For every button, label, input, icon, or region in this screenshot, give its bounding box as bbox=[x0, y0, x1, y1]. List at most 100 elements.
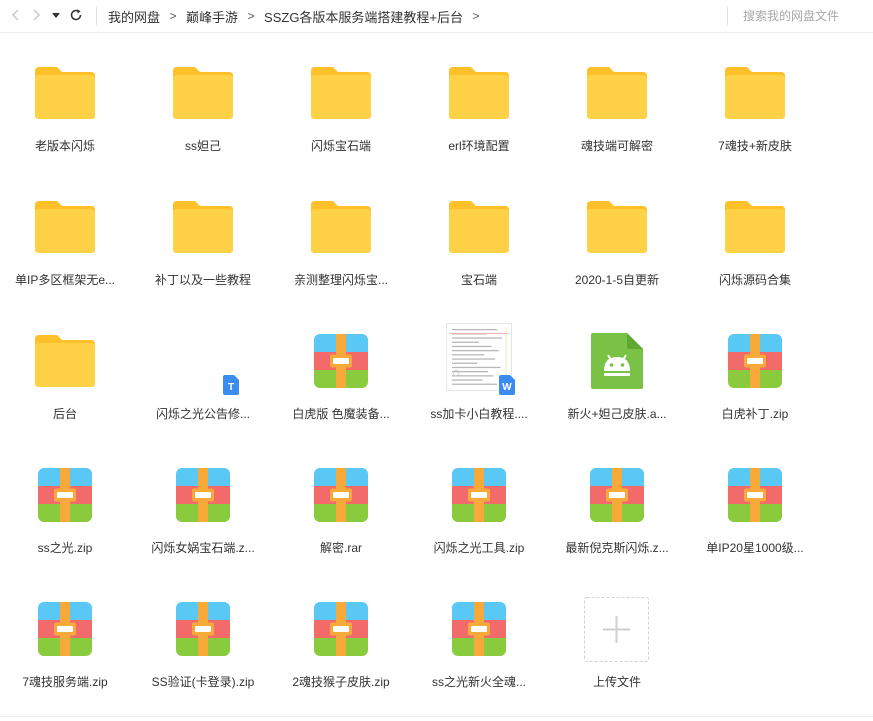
file-item[interactable]: 7魂技服务端.zip bbox=[0, 569, 130, 689]
file-name-label: 老版本闪烁 bbox=[34, 139, 95, 153]
file-name-label: ss之光新火全魂... bbox=[431, 675, 526, 689]
file-name-label: 闪烁宝石端 bbox=[310, 139, 371, 153]
folder-item[interactable]: 单IP多区框架无e... bbox=[0, 167, 130, 287]
file-icon-container bbox=[587, 331, 647, 391]
folder-item[interactable]: 补丁以及一些教程 bbox=[138, 167, 268, 287]
file-icon-container bbox=[173, 63, 233, 123]
file-icon-container bbox=[35, 331, 95, 391]
folder-icon bbox=[35, 67, 95, 119]
file-name-label: 魂技端可解密 bbox=[580, 139, 653, 153]
history-dropdown[interactable] bbox=[46, 4, 66, 26]
back-button[interactable] bbox=[6, 4, 26, 26]
file-icon-container bbox=[587, 465, 647, 525]
file-icon-container bbox=[35, 63, 95, 123]
file-icon-container bbox=[587, 197, 647, 257]
chevron-right-icon bbox=[33, 9, 41, 21]
file-name-label: 新火+妲己皮肤.a... bbox=[567, 407, 667, 421]
folder-item[interactable]: erl环境配置 bbox=[414, 33, 544, 153]
breadcrumb-item-current[interactable]: SSZG各版本服务端搭建教程+后台 bbox=[264, 7, 463, 26]
zip-archive-icon bbox=[38, 468, 92, 522]
upload-file-button[interactable]: 上传文件 bbox=[552, 569, 682, 689]
file-icon-container bbox=[725, 465, 785, 525]
file-item[interactable]: 闪烁之光工具.zip bbox=[414, 435, 544, 555]
file-name-label: 闪烁之光公告修... bbox=[155, 407, 250, 421]
folder-item[interactable]: 2020-1-5自更新 bbox=[552, 167, 682, 287]
file-item[interactable]: ss之光.zip bbox=[0, 435, 130, 555]
file-item[interactable]: 白虎版 色魔装备... bbox=[276, 301, 406, 421]
folder-icon bbox=[587, 67, 647, 119]
file-name-label: SS验证(卡登录).zip bbox=[151, 675, 255, 689]
file-name-label: 闪烁女娲宝石端.z... bbox=[151, 541, 255, 555]
folder-icon bbox=[35, 335, 95, 387]
file-icon-container bbox=[173, 197, 233, 257]
file-item[interactable]: T 闪烁之光公告修... bbox=[138, 301, 268, 421]
file-name-label: 2魂技猴子皮肤.zip bbox=[292, 675, 390, 689]
file-item[interactable]: 单IP20星1000级... bbox=[690, 435, 820, 555]
breadcrumb-arrow-icon: > bbox=[247, 9, 255, 23]
file-icon-container bbox=[311, 465, 371, 525]
file-name-label: 闪烁之光工具.zip bbox=[433, 541, 525, 555]
file-item[interactable]: Wss加卡小白教程.... bbox=[414, 301, 544, 421]
breadcrumb-arrow-icon[interactable]: > bbox=[463, 9, 489, 23]
file-icon-container bbox=[311, 197, 371, 257]
file-icon-container bbox=[587, 63, 647, 123]
file-name-label: 单IP多区框架无e... bbox=[14, 273, 115, 287]
file-name-label: 白虎版 色魔装备... bbox=[292, 407, 390, 421]
file-name-label: 上传文件 bbox=[592, 675, 641, 689]
file-item[interactable]: 闪烁女娲宝石端.z... bbox=[138, 435, 268, 555]
folder-item[interactable]: 后台 bbox=[0, 301, 130, 421]
forward-button[interactable] bbox=[26, 4, 46, 26]
file-item[interactable]: 解密.rar bbox=[276, 435, 406, 555]
file-icon-container bbox=[311, 63, 371, 123]
folder-icon bbox=[725, 201, 785, 253]
file-name-label: 闪烁源码合集 bbox=[718, 273, 791, 287]
file-name-label: 后台 bbox=[52, 407, 77, 421]
file-icon-container bbox=[311, 599, 371, 659]
file-name-label: 单IP20星1000级... bbox=[706, 541, 804, 555]
breadcrumb-item-folder[interactable]: 巅峰手游 bbox=[186, 7, 238, 26]
folder-item[interactable]: 7魂技+新皮肤 bbox=[690, 33, 820, 153]
caret-down-icon bbox=[52, 13, 60, 18]
file-item[interactable]: 最新倪克斯闪烁.z... bbox=[552, 435, 682, 555]
android-apk-icon bbox=[591, 333, 643, 389]
folder-icon bbox=[311, 67, 371, 119]
refresh-icon bbox=[70, 9, 82, 21]
zip-archive-icon bbox=[38, 602, 92, 656]
breadcrumb-arrow-icon: > bbox=[169, 9, 177, 23]
folder-icon bbox=[35, 201, 95, 253]
file-item[interactable]: SS验证(卡登录).zip bbox=[138, 569, 268, 689]
file-name-label: ss加卡小白教程.... bbox=[430, 407, 528, 421]
file-item[interactable]: 新火+妲己皮肤.a... bbox=[552, 301, 682, 421]
file-item[interactable]: 白虎补丁.zip bbox=[690, 301, 820, 421]
folder-item[interactable]: 老版本闪烁 bbox=[0, 33, 130, 153]
folder-item[interactable]: ss妲己 bbox=[138, 33, 268, 153]
file-item[interactable]: ss之光新火全魂... bbox=[414, 569, 544, 689]
svg-text:W: W bbox=[502, 382, 512, 393]
zip-archive-icon bbox=[728, 334, 782, 388]
file-name-label: 7魂技+新皮肤 bbox=[718, 139, 792, 153]
folder-item[interactable]: 魂技端可解密 bbox=[552, 33, 682, 153]
file-icon-container bbox=[35, 465, 95, 525]
search-input[interactable] bbox=[743, 6, 868, 26]
chevron-left-icon bbox=[11, 9, 19, 21]
zip-archive-icon bbox=[728, 468, 782, 522]
folder-item[interactable]: 闪烁宝石端 bbox=[276, 33, 406, 153]
zip-archive-icon bbox=[176, 468, 230, 522]
file-name-label: 宝石端 bbox=[460, 273, 497, 287]
file-icon-container bbox=[173, 465, 233, 525]
file-icon-container: T bbox=[173, 331, 239, 395]
file-name-label: ss妲己 bbox=[184, 139, 221, 153]
file-name-label: erl环境配置 bbox=[448, 139, 510, 153]
refresh-button[interactable] bbox=[66, 4, 86, 26]
folder-item[interactable]: 宝石端 bbox=[414, 167, 544, 287]
file-name-label: 亲测整理闪烁宝... bbox=[293, 273, 388, 287]
folder-item[interactable]: 闪烁源码合集 bbox=[690, 167, 820, 287]
zip-archive-icon bbox=[314, 602, 368, 656]
file-icon-container bbox=[725, 63, 785, 123]
toolbar-divider bbox=[96, 7, 97, 25]
folder-item[interactable]: 亲测整理闪烁宝... bbox=[276, 167, 406, 287]
file-item[interactable]: 2魂技猴子皮肤.zip bbox=[276, 569, 406, 689]
breadcrumb-item-root[interactable]: 我的网盘 bbox=[108, 7, 160, 26]
zip-archive-icon bbox=[314, 334, 368, 388]
zip-archive-icon bbox=[452, 602, 506, 656]
